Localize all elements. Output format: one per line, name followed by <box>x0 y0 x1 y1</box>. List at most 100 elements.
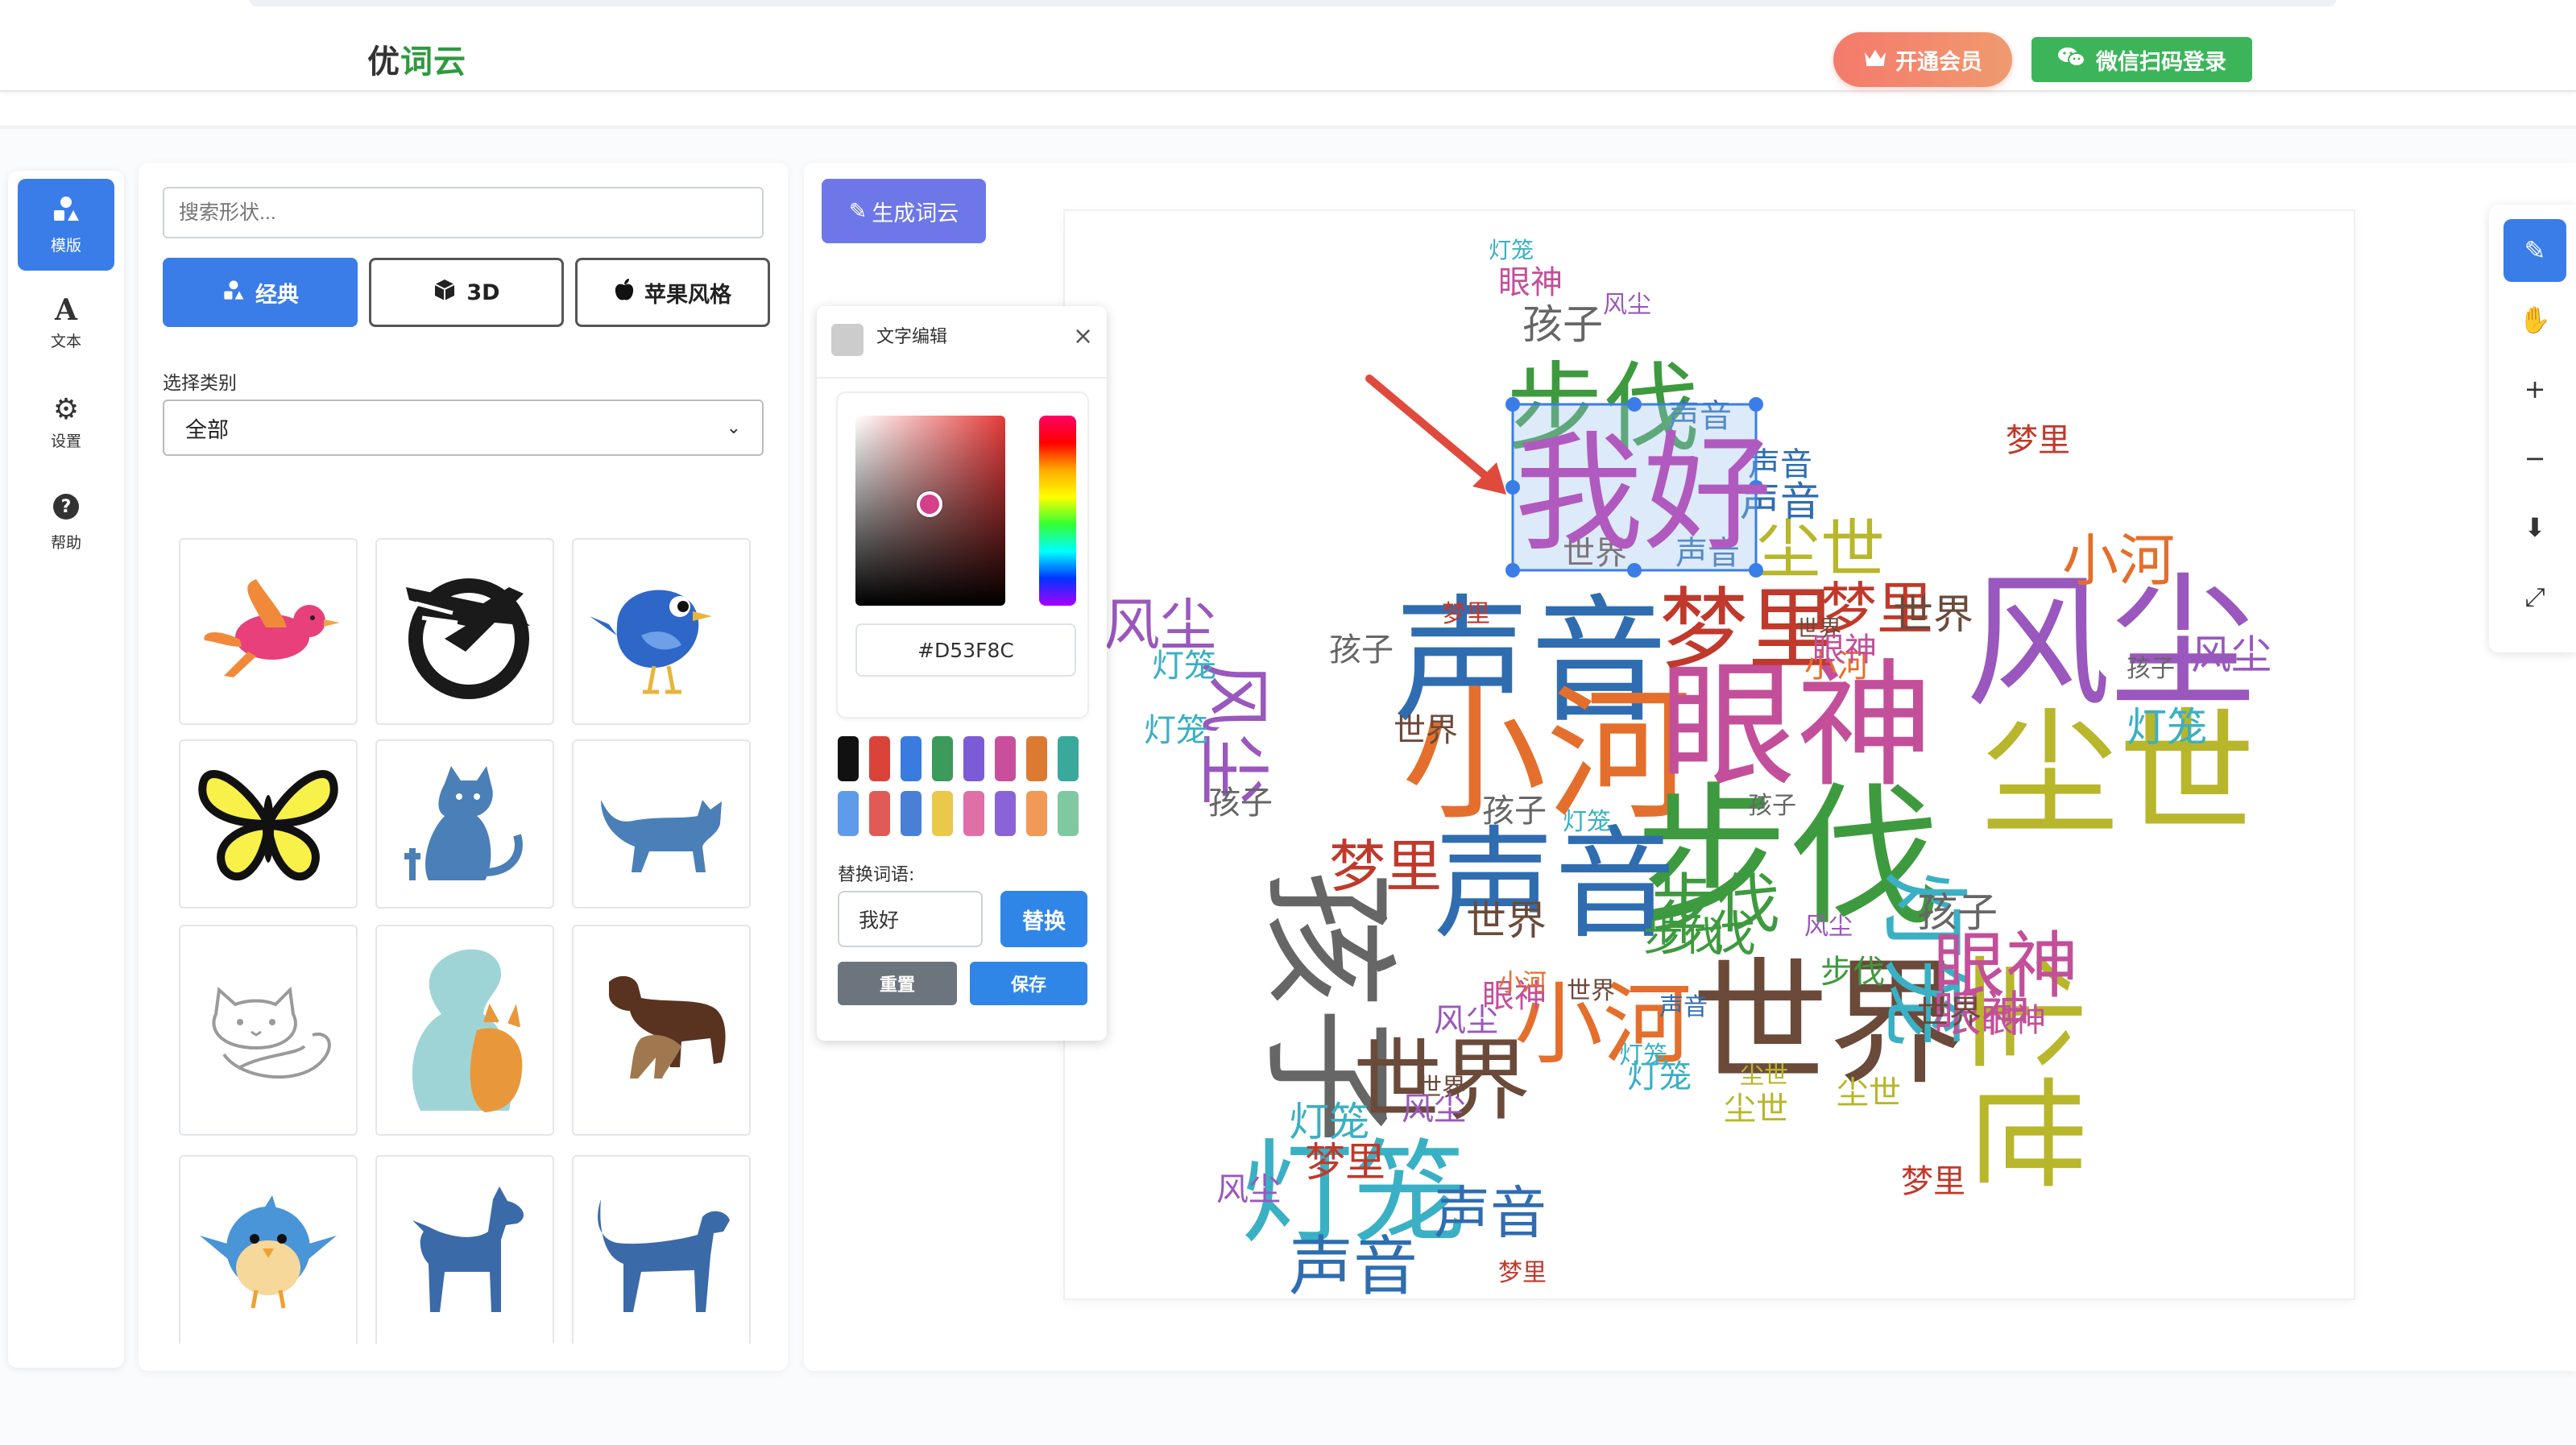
cloud-word[interactable]: 孩子 <box>1748 792 1796 820</box>
shape-dog-and-cat[interactable] <box>375 925 554 1136</box>
cloud-word[interactable]: 尘世 <box>1724 1091 1788 1128</box>
color-swatch[interactable] <box>901 791 921 836</box>
color-swatch[interactable] <box>932 736 953 781</box>
cloud-word[interactable]: 世界 <box>1394 712 1458 749</box>
color-swatch[interactable] <box>932 791 953 836</box>
shape-cats-outline[interactable] <box>179 925 358 1136</box>
shape-eagle-emblem[interactable] <box>375 538 554 725</box>
cloud-word[interactable]: 灯笼 <box>1619 1041 1667 1070</box>
color-swatch[interactable] <box>963 736 984 781</box>
color-swatch[interactable] <box>963 791 984 836</box>
app-logo[interactable]: 优词云 <box>367 35 466 82</box>
nav-item-help[interactable]: ? 帮助 <box>18 477 114 569</box>
shape-dog-standing[interactable] <box>375 1155 554 1344</box>
cloud-word[interactable]: 世界 <box>1466 897 1547 944</box>
cloud-word[interactable]: 声音 <box>1434 1180 1547 1246</box>
cloud-word[interactable]: 孩子 <box>1917 889 1998 936</box>
cloud-word[interactable]: 尘世 <box>1740 1062 1788 1090</box>
cloud-word[interactable]: 眼神 <box>1982 1002 2046 1039</box>
nav-item-template[interactable]: 模版 <box>18 179 114 271</box>
shape-round-bird[interactable] <box>179 1155 358 1344</box>
cloud-word[interactable]: 尘世 <box>1837 1074 1901 1112</box>
color-swatch[interactable] <box>1026 736 1047 781</box>
nav-item-settings[interactable]: ⚙ 设置 <box>18 377 114 469</box>
color-swatch[interactable] <box>1058 791 1079 836</box>
cloud-word[interactable]: 梦里 <box>2006 422 2070 459</box>
color-swatch[interactable] <box>1058 736 1079 781</box>
cloud-word[interactable]: 灯笼 <box>2127 704 2207 751</box>
cloud-word[interactable]: 尘世 <box>1982 695 2255 855</box>
cloud-word[interactable]: 梦里 <box>1305 1139 1385 1186</box>
cloud-word[interactable]: 小河 <box>1498 969 1547 997</box>
cloud-word[interactable]: 世界 <box>1893 591 1973 638</box>
close-icon[interactable]: × <box>1073 322 1093 350</box>
cloud-word[interactable]: 步伐 <box>1820 954 1885 991</box>
color-swatch[interactable] <box>838 791 859 836</box>
cloud-word[interactable]: 风尘 <box>1216 1171 1281 1208</box>
wechat-login-button[interactable]: 微信扫码登录 <box>2031 37 2252 82</box>
shape-cat-sitting[interactable] <box>375 739 554 909</box>
color-cursor[interactable] <box>917 491 942 517</box>
cloud-word[interactable]: 灯笼 <box>1489 237 1534 263</box>
cloud-word[interactable]: 眼神 <box>1498 264 1563 301</box>
cloud-word[interactable]: 小河 <box>2062 528 2175 594</box>
shape-blue-bird[interactable] <box>572 538 751 725</box>
hue-slider[interactable] <box>1039 416 1076 606</box>
edit-icon[interactable]: ✎ <box>2504 219 2566 282</box>
tab-apple-style[interactable]: 苹果风格 <box>575 258 770 327</box>
nav-item-text[interactable]: A 文本 <box>18 277 114 369</box>
hex-input[interactable]: #D53F8C <box>855 623 1076 677</box>
color-swatch[interactable] <box>995 791 1016 836</box>
cloud-word[interactable]: 风尘 <box>2191 631 2272 678</box>
reset-button[interactable]: 重置 <box>838 962 957 1005</box>
color-swatch[interactable] <box>1026 791 1047 836</box>
color-swatch[interactable] <box>995 736 1016 781</box>
cloud-word[interactable]: 孩子 <box>1329 631 1394 669</box>
cloud-word[interactable]: 声音 <box>1289 1229 1418 1298</box>
shape-butterfly[interactable] <box>179 739 358 909</box>
cloud-word[interactable]: 世界 <box>1917 994 1982 1031</box>
save-button[interactable]: 保存 <box>970 962 1087 1005</box>
color-swatch[interactable] <box>869 791 890 836</box>
cloud-word[interactable]: 风尘 <box>1804 913 1853 941</box>
drag-grip-icon[interactable] <box>831 324 863 356</box>
shape-bird-pink[interactable] <box>179 538 358 725</box>
tab-3d[interactable]: 3D <box>369 258 564 327</box>
replace-input[interactable]: 我好 <box>838 891 983 947</box>
shape-cat-walking[interactable] <box>572 739 751 909</box>
cloud-word[interactable]: 孩子 <box>1208 785 1273 822</box>
shape-dog-walking[interactable] <box>572 1155 751 1344</box>
editor-header[interactable]: 文字编辑 × <box>817 306 1107 379</box>
cloud-word[interactable]: 梦里 <box>1329 834 1442 900</box>
cloud-word[interactable]: 梦里 <box>1901 1163 1965 1200</box>
word-cloud[interactable]: 声音小河眼神步伐声音世界灯笼风尘尘世梦里孩子 尘世步伐风尘风尘灯笼世界眼神小河步伐… <box>1065 211 2354 1298</box>
shape-search-input[interactable] <box>163 187 764 238</box>
zoom-out-icon[interactable]: − <box>2504 427 2566 490</box>
cloud-word[interactable]: 灯笼 <box>1144 712 1208 749</box>
cloud-word[interactable]: 眼神 <box>1812 631 1877 669</box>
selected-word[interactable]: 我好 <box>1514 418 1772 569</box>
vip-button[interactable]: 开通会员 <box>1833 32 2012 87</box>
shape-dogs[interactable] <box>572 925 751 1136</box>
cloud-word[interactable]: 风尘 <box>1402 1091 1466 1128</box>
category-select[interactable]: 全部 ⌄ <box>163 400 764 456</box>
cloud-word[interactable]: 声音 <box>1659 993 1708 1021</box>
fullscreen-icon[interactable]: ⤢ <box>2504 565 2566 628</box>
cloud-word[interactable]: 灯笼 <box>1152 648 1216 685</box>
cloud-word[interactable]: 梦里 <box>1442 600 1490 628</box>
color-swatch[interactable] <box>901 736 921 781</box>
cloud-word[interactable]: 孩子 <box>1482 793 1547 830</box>
hand-icon[interactable]: ✋ <box>2504 288 2566 351</box>
cloud-word[interactable]: 梦里 <box>1498 1259 1547 1287</box>
download-icon[interactable]: ⬇ <box>2504 496 2566 559</box>
cloud-word[interactable]: 灯笼 <box>1563 808 1611 836</box>
generate-cloud-button[interactable]: ✎ 生成词云 <box>822 179 986 243</box>
cloud-word[interactable]: 孩子 <box>2127 655 2175 683</box>
zoom-in-icon[interactable]: + <box>2504 358 2566 420</box>
color-swatch[interactable] <box>838 736 859 781</box>
cloud-word[interactable]: 风尘 <box>1434 1002 1498 1039</box>
cloud-word[interactable]: 步伐 <box>1643 913 1724 960</box>
color-swatch[interactable] <box>869 736 890 781</box>
tab-classic[interactable]: 经典 <box>163 258 358 327</box>
cloud-word[interactable]: 风尘 <box>1603 291 1651 319</box>
